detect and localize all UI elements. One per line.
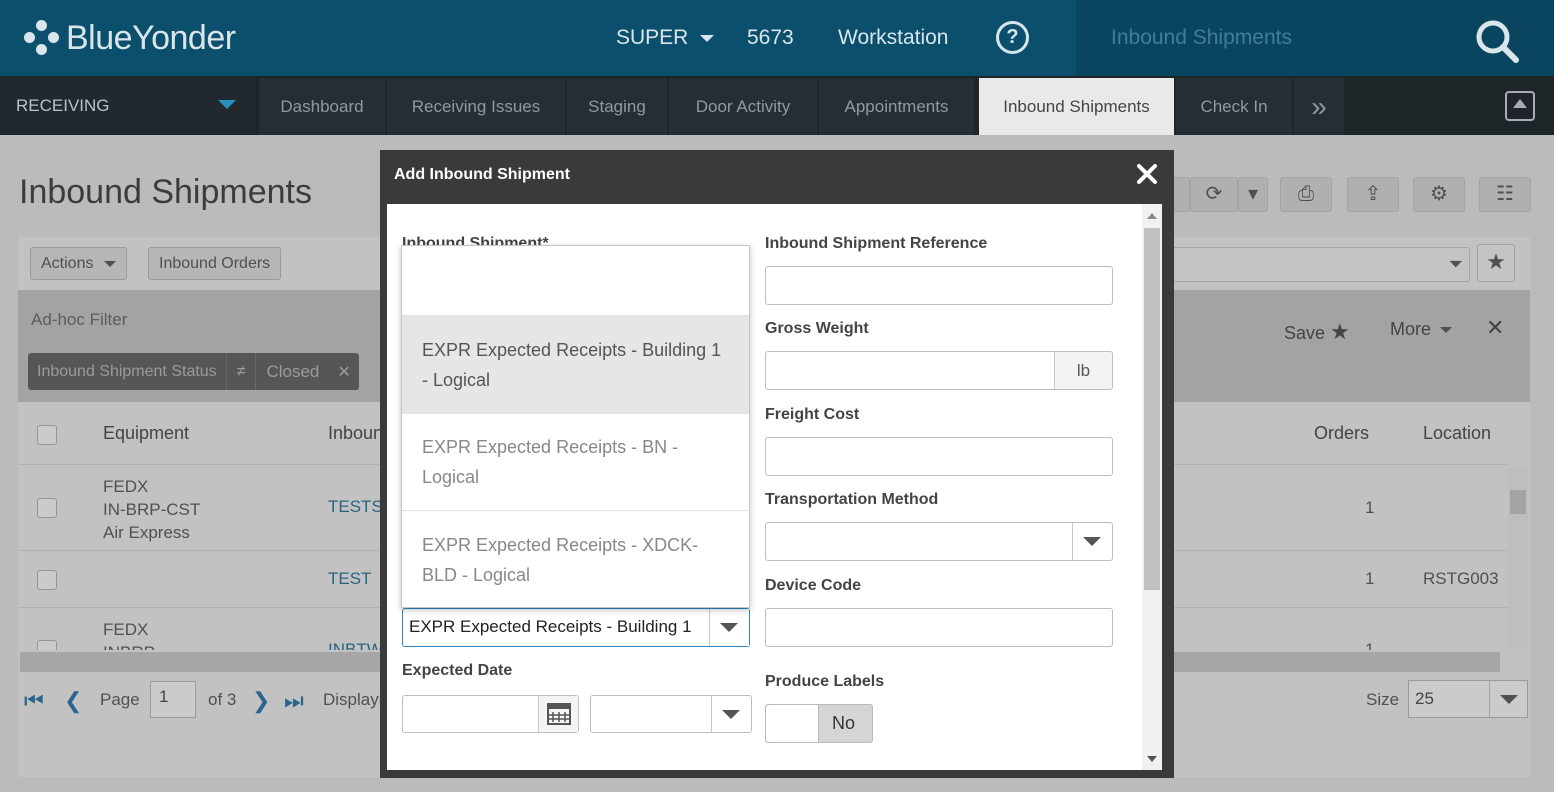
expected-time-select[interactable] bbox=[590, 695, 752, 733]
device-code-input[interactable] bbox=[765, 608, 1113, 647]
dropdown-option[interactable]: EXPR Expected Receipts - XDCK-BLD - Logi… bbox=[402, 510, 749, 607]
scroll-down-icon[interactable] bbox=[1147, 756, 1157, 762]
tab-appointments[interactable]: Appointments bbox=[819, 78, 974, 135]
brand-logo: BlueYonder bbox=[24, 18, 236, 58]
calendar-icon[interactable] bbox=[538, 696, 578, 732]
top-header: BlueYonder SUPER 5673 Workstation ? Inbo… bbox=[0, 0, 1554, 76]
produce-labels-toggle[interactable]: No bbox=[765, 704, 873, 743]
transport-method-label: Transportation Method bbox=[765, 491, 939, 508]
tab-inbound-shipments[interactable]: Inbound Shipments bbox=[979, 78, 1174, 135]
scrollbar-thumb[interactable] bbox=[1144, 228, 1160, 590]
produce-labels-label: Produce Labels bbox=[765, 673, 885, 690]
help-icon[interactable]: ? bbox=[996, 21, 1029, 54]
calendar-glyph bbox=[547, 703, 571, 725]
warehouse-id[interactable]: 5673 bbox=[747, 24, 794, 52]
inbound-shipment-select[interactable]: EXPR Expected Receipts - Building 1 bbox=[402, 608, 750, 647]
chevron-down-icon[interactable] bbox=[1072, 523, 1112, 560]
transport-method-select[interactable] bbox=[765, 522, 1113, 561]
user-menu-label: SUPER bbox=[616, 26, 689, 49]
freight-cost-input[interactable] bbox=[765, 437, 1113, 476]
expected-date-input[interactable] bbox=[402, 695, 579, 733]
module-label: RECEIVING bbox=[16, 96, 110, 115]
dropdown-option[interactable]: EXPR Expected Receipts - BN - Logical bbox=[402, 412, 749, 511]
search-icon[interactable] bbox=[1474, 18, 1520, 64]
chevron-down-icon[interactable] bbox=[711, 696, 751, 733]
gross-weight-input[interactable]: lb bbox=[765, 351, 1113, 390]
scroll-up-icon[interactable] bbox=[1147, 213, 1157, 219]
weight-unit: lb bbox=[1054, 352, 1112, 389]
toggle-knob[interactable] bbox=[766, 705, 819, 742]
module-selector[interactable]: RECEIVING bbox=[0, 76, 256, 135]
inbound-shipment-dropdown: EXPR Expected Receipts - Building 1 - Lo… bbox=[401, 245, 750, 608]
chevron-down-icon bbox=[218, 100, 236, 109]
inbound-shipment-value: EXPR Expected Receipts - Building 1 bbox=[409, 617, 692, 636]
tab-door-activity[interactable]: Door Activity bbox=[669, 78, 817, 135]
logo-mark-icon bbox=[24, 20, 60, 56]
freight-cost-label: Freight Cost bbox=[765, 406, 860, 423]
user-menu[interactable]: SUPER bbox=[616, 24, 715, 52]
dialog-title: Add Inbound Shipment bbox=[394, 166, 570, 183]
dropdown-option[interactable]: EXPR Expected Receipts - Building 1 - Lo… bbox=[402, 315, 749, 414]
produce-labels-value: No bbox=[832, 713, 856, 733]
tab-dashboard[interactable]: Dashboard bbox=[259, 78, 385, 135]
module-nav: RECEIVING Dashboard Receiving Issues Sta… bbox=[0, 76, 1554, 135]
close-icon[interactable] bbox=[1136, 163, 1158, 185]
brand-name: BlueYonder bbox=[66, 18, 236, 57]
chevron-down-icon bbox=[700, 34, 715, 42]
dropdown-search-input[interactable] bbox=[402, 246, 749, 315]
dialog-scrollbar[interactable] bbox=[1142, 204, 1162, 770]
gross-weight-label: Gross Weight bbox=[765, 320, 869, 337]
tab-receiving-issues[interactable]: Receiving Issues bbox=[387, 78, 565, 135]
tab-check-in[interactable]: Check In bbox=[1176, 78, 1292, 135]
collapse-header-icon[interactable] bbox=[1505, 91, 1535, 121]
more-tabs-icon[interactable]: » bbox=[1294, 78, 1344, 135]
search-context-label[interactable]: Inbound Shipments bbox=[1111, 24, 1292, 52]
device-code-label: Device Code bbox=[765, 577, 862, 594]
reference-input[interactable] bbox=[765, 266, 1113, 305]
expected-date-label: Expected Date bbox=[402, 662, 513, 679]
workstation-link[interactable]: Workstation bbox=[838, 24, 949, 52]
reference-label: Inbound Shipment Reference bbox=[765, 235, 988, 252]
chevron-down-icon[interactable] bbox=[709, 609, 749, 646]
tab-staging[interactable]: Staging bbox=[567, 78, 667, 135]
